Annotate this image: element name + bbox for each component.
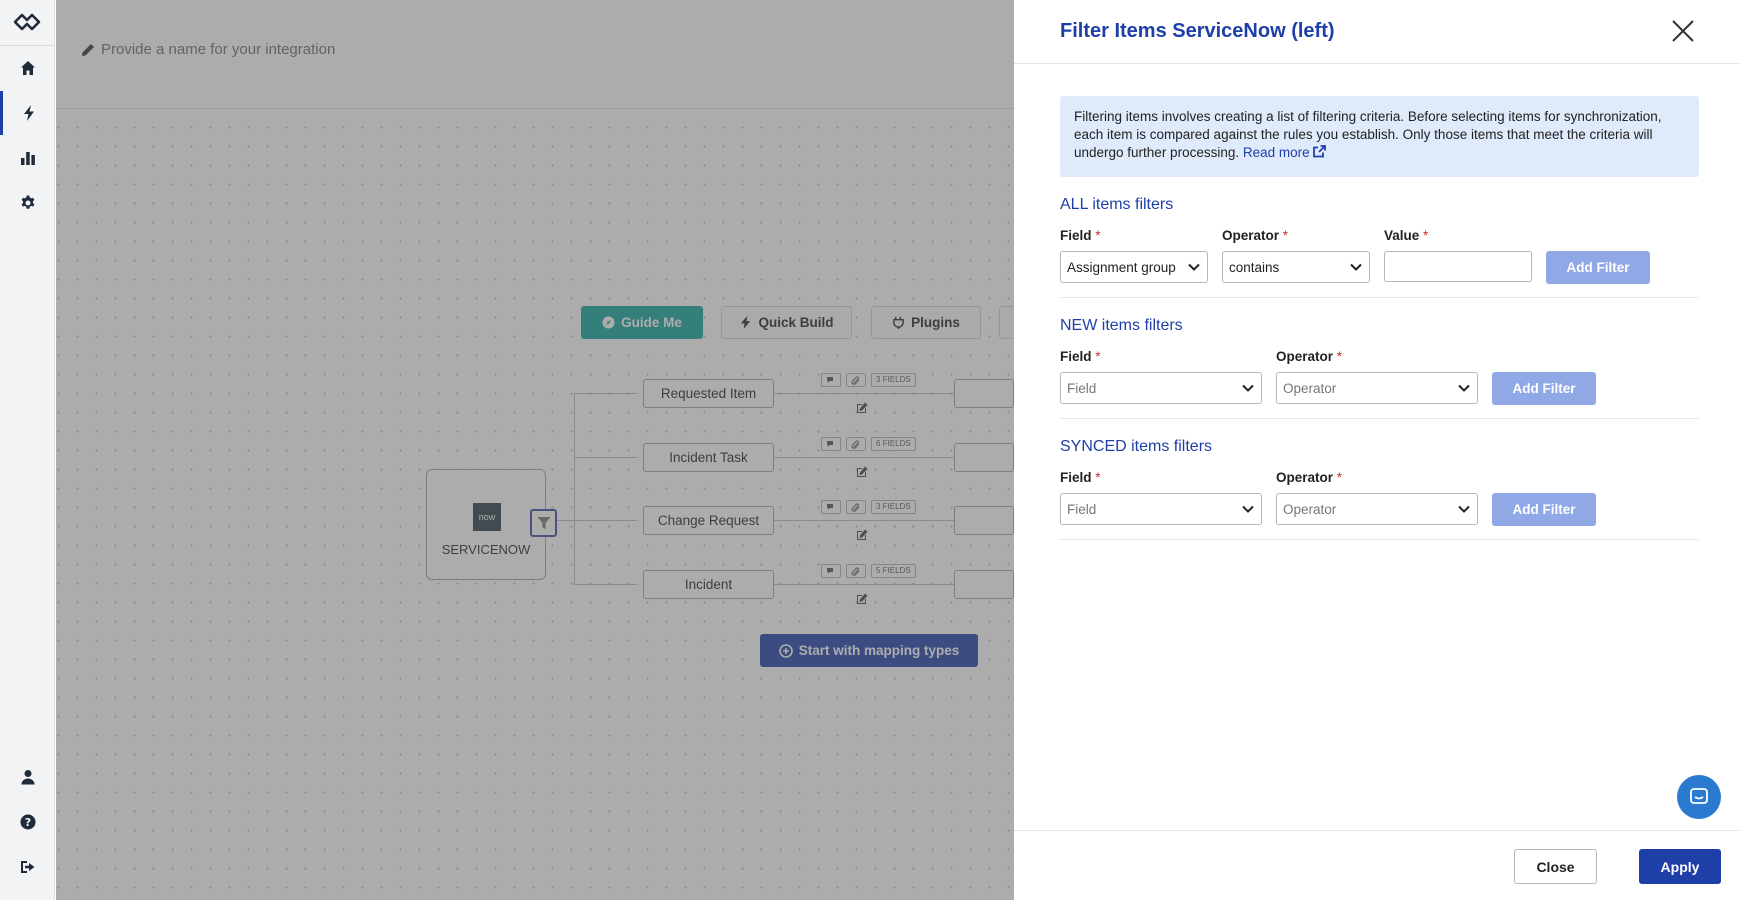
sidebar-item-help[interactable]: ? bbox=[0, 800, 55, 844]
chat-icon bbox=[1690, 788, 1708, 804]
drawer-header: Filter Items ServiceNow (left) bbox=[1014, 0, 1739, 64]
app-logo-icon[interactable] bbox=[12, 10, 42, 36]
all-operator-select[interactable]: contains bbox=[1222, 251, 1370, 283]
home-icon bbox=[20, 61, 35, 75]
sidebar-item-logout[interactable] bbox=[0, 845, 55, 889]
synced-items-filters-title: SYNCED items filters bbox=[1060, 438, 1213, 455]
new-field-label: Field * bbox=[1060, 349, 1101, 364]
read-more-label: Read more bbox=[1242, 145, 1310, 160]
filter-items-drawer: Filter Items ServiceNow (left) Filtering… bbox=[1014, 0, 1739, 900]
close-button[interactable]: Close bbox=[1514, 849, 1597, 884]
svg-text:?: ? bbox=[24, 816, 30, 829]
new-operator-placeholder: Operator bbox=[1283, 380, 1337, 396]
sidebar-item-settings[interactable] bbox=[0, 181, 55, 225]
new-field-placeholder: Field bbox=[1067, 380, 1097, 396]
new-field-select[interactable]: Field bbox=[1060, 372, 1262, 404]
modal-backdrop[interactable] bbox=[56, 0, 1071, 900]
bolt-icon bbox=[24, 105, 34, 121]
external-link-icon bbox=[1313, 145, 1327, 158]
logout-icon bbox=[20, 861, 34, 873]
help-icon: ? bbox=[20, 814, 35, 830]
bar-chart-icon bbox=[20, 152, 35, 165]
sidebar-item-profile[interactable] bbox=[0, 755, 55, 799]
sidebar-item-home[interactable] bbox=[0, 46, 55, 90]
gear-icon bbox=[21, 195, 34, 209]
chevron-down-icon bbox=[1458, 384, 1470, 392]
sidebar-item-reports[interactable] bbox=[0, 136, 55, 180]
all-field-label: Field * bbox=[1060, 228, 1101, 243]
new-items-filters-title: NEW items filters bbox=[1060, 317, 1183, 334]
all-value-label: Value * bbox=[1384, 228, 1429, 243]
synced-add-filter-button[interactable]: Add Filter bbox=[1492, 493, 1596, 526]
section-divider bbox=[1060, 539, 1699, 540]
chevron-down-icon bbox=[1350, 263, 1362, 271]
drawer-title: Filter Items ServiceNow (left) bbox=[1060, 20, 1335, 42]
all-operator-value: contains bbox=[1229, 259, 1280, 275]
new-operator-label: Operator * bbox=[1276, 349, 1343, 364]
chevron-down-icon bbox=[1242, 505, 1254, 513]
synced-operator-placeholder: Operator bbox=[1283, 501, 1337, 517]
user-icon bbox=[21, 770, 34, 785]
drawer-footer: Close Apply bbox=[1014, 830, 1739, 900]
close-icon[interactable] bbox=[1670, 18, 1696, 44]
apply-button[interactable]: Apply bbox=[1639, 849, 1721, 884]
chat-support-button[interactable] bbox=[1677, 775, 1721, 819]
all-add-filter-button[interactable]: Add Filter bbox=[1546, 251, 1650, 284]
sidebar-item-integrations[interactable] bbox=[0, 91, 55, 135]
info-banner: Filtering items involves creating a list… bbox=[1060, 96, 1699, 177]
chevron-down-icon bbox=[1242, 384, 1254, 392]
chevron-down-icon bbox=[1188, 263, 1200, 271]
synced-field-label: Field * bbox=[1060, 470, 1101, 485]
section-divider bbox=[1060, 418, 1699, 419]
all-field-value: Assignment group bbox=[1067, 259, 1176, 275]
synced-field-select[interactable]: Field bbox=[1060, 493, 1262, 525]
all-operator-label: Operator * bbox=[1222, 228, 1289, 243]
new-add-filter-button[interactable]: Add Filter bbox=[1492, 372, 1596, 405]
info-text: Filtering items involves creating a list… bbox=[1074, 109, 1662, 160]
section-divider bbox=[1060, 297, 1699, 298]
synced-operator-select[interactable]: Operator bbox=[1276, 493, 1478, 525]
synced-field-placeholder: Field bbox=[1067, 501, 1097, 517]
left-sidebar: ? bbox=[0, 0, 55, 900]
read-more-link[interactable]: Read more bbox=[1243, 145, 1327, 160]
new-operator-select[interactable]: Operator bbox=[1276, 372, 1478, 404]
synced-operator-label: Operator * bbox=[1276, 470, 1343, 485]
all-value-input[interactable] bbox=[1384, 251, 1532, 282]
chevron-down-icon bbox=[1458, 505, 1470, 513]
all-items-filters-title: ALL items filters bbox=[1060, 196, 1174, 213]
all-field-select[interactable]: Assignment group bbox=[1060, 251, 1208, 283]
